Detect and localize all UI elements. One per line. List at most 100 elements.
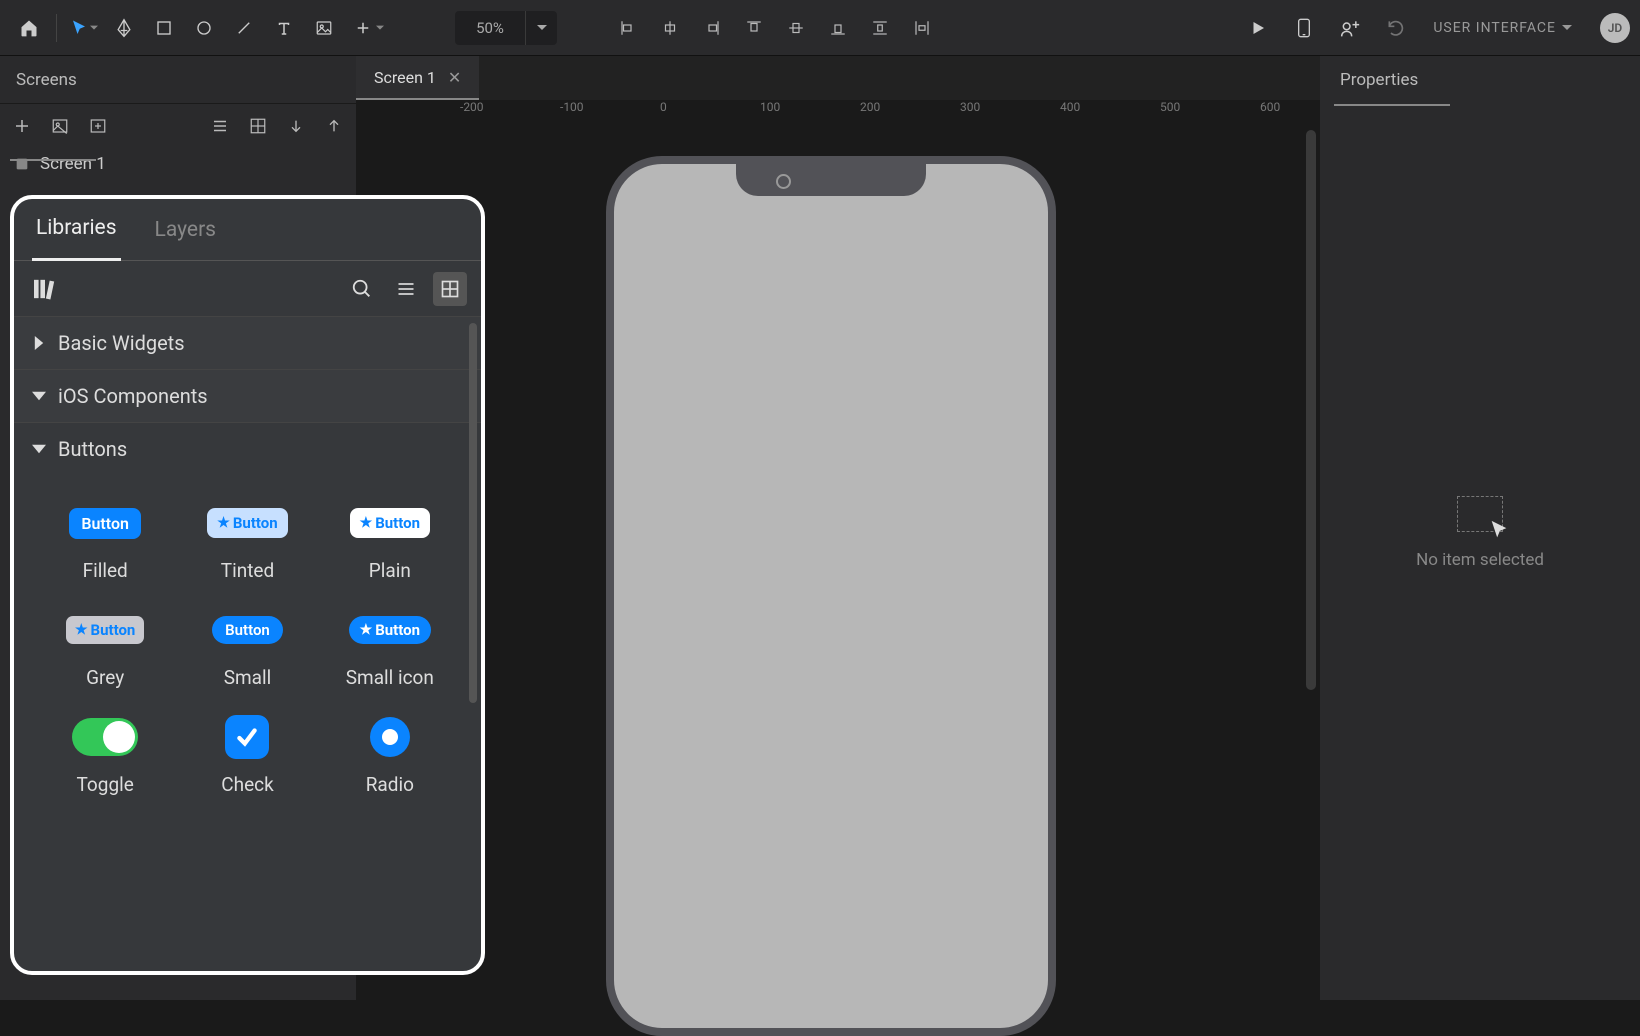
section-basic-widgets[interactable]: Basic Widgets bbox=[14, 317, 481, 370]
zoom-dropdown[interactable] bbox=[525, 11, 557, 45]
align-right-button[interactable] bbox=[693, 9, 731, 47]
component-label: Filled bbox=[83, 559, 128, 582]
search-button[interactable] bbox=[345, 272, 379, 306]
image-tool[interactable] bbox=[305, 9, 343, 47]
component-tinted[interactable]: ★Button Tinted bbox=[176, 505, 318, 582]
component-small-icon[interactable]: ★Button Small icon bbox=[319, 612, 461, 689]
component-check[interactable]: Check bbox=[176, 719, 318, 796]
component-small[interactable]: Button Small bbox=[176, 612, 318, 689]
section-ios-components[interactable]: iOS Components bbox=[14, 370, 481, 423]
sort-up-button[interactable] bbox=[322, 114, 346, 138]
component-grid: Button Filled ★Button Tinted ★Button Pla… bbox=[14, 475, 481, 826]
top-toolbar: 50% USER INTERFACE JD bbox=[0, 0, 1640, 56]
component-filled[interactable]: Button Filled bbox=[34, 505, 176, 582]
toolbar-separator bbox=[56, 14, 57, 42]
section-label: iOS Components bbox=[58, 384, 208, 408]
component-label: Tinted bbox=[221, 559, 274, 582]
align-top-button[interactable] bbox=[735, 9, 773, 47]
ruler-tick: 600 bbox=[1260, 100, 1280, 114]
pen-tool[interactable] bbox=[105, 9, 143, 47]
properties-empty-state: No item selected bbox=[1320, 496, 1640, 570]
ellipse-tool[interactable] bbox=[185, 9, 223, 47]
share-button[interactable] bbox=[1331, 9, 1369, 47]
grid-view-button[interactable] bbox=[246, 114, 270, 138]
text-tool[interactable] bbox=[265, 9, 303, 47]
button-preview: ★Button bbox=[207, 508, 287, 538]
toggle-preview bbox=[72, 718, 138, 756]
list-layout-button[interactable] bbox=[389, 272, 423, 306]
component-label: Check bbox=[221, 773, 273, 796]
zoom-control[interactable]: 50% bbox=[455, 11, 557, 45]
component-label: Grey bbox=[86, 666, 124, 689]
properties-header[interactable]: Properties bbox=[1320, 56, 1640, 104]
add-frame-button[interactable] bbox=[86, 114, 110, 138]
empty-state-label: No item selected bbox=[1416, 550, 1544, 570]
line-tool[interactable] bbox=[225, 9, 263, 47]
align-vcenter-button[interactable] bbox=[777, 9, 815, 47]
component-label: Radio bbox=[366, 773, 414, 796]
ruler-tick: 500 bbox=[1160, 100, 1180, 114]
screen-list-item[interactable]: Screen 1 bbox=[0, 148, 356, 180]
tab-libraries[interactable]: Libraries bbox=[32, 198, 121, 261]
button-preview: ★Button bbox=[349, 616, 431, 644]
list-view-button[interactable] bbox=[208, 114, 232, 138]
screens-header[interactable]: Screens bbox=[0, 56, 356, 104]
distribute-v-button[interactable] bbox=[903, 9, 941, 47]
component-radio[interactable]: Radio bbox=[319, 719, 461, 796]
align-hcenter-button[interactable] bbox=[651, 9, 689, 47]
project-menu-label: USER INTERFACE bbox=[1433, 20, 1556, 36]
ruler-tick: -200 bbox=[460, 100, 484, 114]
button-preview: ★Button bbox=[350, 508, 430, 538]
add-tool[interactable] bbox=[345, 9, 393, 47]
popover-scrollbar[interactable] bbox=[469, 323, 477, 703]
alignment-group bbox=[609, 9, 941, 47]
ruler-tick: 100 bbox=[760, 100, 780, 114]
project-menu[interactable]: USER INTERFACE bbox=[1423, 14, 1582, 42]
device-frame[interactable] bbox=[606, 156, 1056, 1036]
undo-button[interactable] bbox=[1377, 9, 1415, 47]
sort-down-button[interactable] bbox=[284, 114, 308, 138]
section-label: Basic Widgets bbox=[58, 331, 185, 355]
document-tab[interactable]: Screen 1 ✕ bbox=[356, 56, 479, 100]
component-label: Small icon bbox=[346, 666, 434, 689]
ruler-tick: 300 bbox=[960, 100, 980, 114]
check-preview bbox=[225, 715, 269, 759]
properties-tab-underline bbox=[1334, 104, 1450, 106]
tab-layers[interactable]: Layers bbox=[151, 200, 220, 260]
add-screen-button[interactable] bbox=[10, 114, 34, 138]
component-label: Toggle bbox=[77, 773, 134, 796]
close-tab-button[interactable]: ✕ bbox=[448, 68, 461, 87]
zoom-value[interactable]: 50% bbox=[455, 19, 525, 37]
preview-device-button[interactable] bbox=[1285, 9, 1323, 47]
star-icon: ★ bbox=[75, 622, 88, 638]
component-toggle[interactable]: Toggle bbox=[34, 719, 176, 796]
align-bottom-button[interactable] bbox=[819, 9, 857, 47]
component-grey[interactable]: ★Button Grey bbox=[34, 612, 176, 689]
star-icon: ★ bbox=[360, 515, 373, 531]
canvas-vertical-scrollbar[interactable] bbox=[1306, 130, 1316, 690]
section-label: Buttons bbox=[58, 437, 127, 461]
rectangle-tool[interactable] bbox=[145, 9, 183, 47]
user-avatar[interactable]: JD bbox=[1600, 13, 1630, 43]
distribute-h-button[interactable] bbox=[861, 9, 899, 47]
section-buttons[interactable]: Buttons bbox=[14, 423, 481, 475]
component-plain[interactable]: ★Button Plain bbox=[319, 505, 461, 582]
properties-panel: Properties No item selected bbox=[1320, 56, 1640, 1000]
grid-layout-button[interactable] bbox=[433, 272, 467, 306]
play-button[interactable] bbox=[1239, 9, 1277, 47]
star-icon: ★ bbox=[360, 622, 373, 638]
device-notch bbox=[736, 162, 926, 196]
check-icon bbox=[234, 724, 260, 750]
button-preview: Button bbox=[212, 616, 283, 644]
screens-toolbar bbox=[0, 104, 356, 148]
button-preview: ★Button bbox=[66, 616, 144, 644]
add-image-button[interactable] bbox=[48, 114, 72, 138]
component-label: Plain bbox=[369, 559, 411, 582]
component-label: Small bbox=[224, 666, 272, 689]
pointer-tool[interactable] bbox=[65, 9, 103, 47]
align-left-button[interactable] bbox=[609, 9, 647, 47]
library-manager-button[interactable] bbox=[28, 272, 62, 306]
home-button[interactable] bbox=[10, 9, 48, 47]
ruler-vertical bbox=[356, 100, 380, 114]
chevron-down-icon bbox=[32, 442, 46, 456]
